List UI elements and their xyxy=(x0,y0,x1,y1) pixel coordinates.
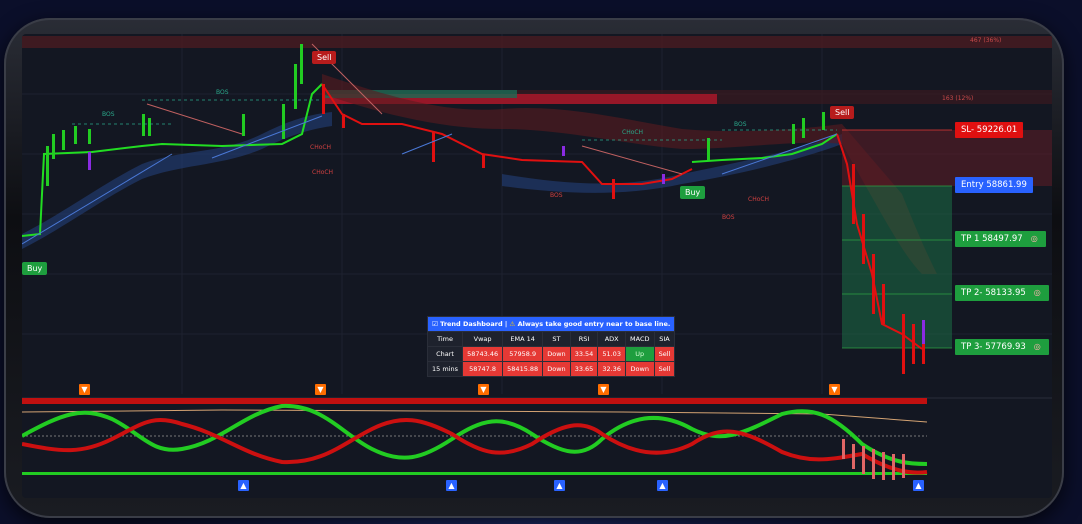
table-cell: 58415.88 xyxy=(502,361,544,377)
table-cell: Up xyxy=(624,346,655,362)
tp1-text: TP 1 58497.97 xyxy=(961,234,1023,244)
column-header: EMA 14 xyxy=(502,331,544,347)
column-header: ADX xyxy=(597,331,626,347)
top-label-1: 467 (36%) xyxy=(970,37,1001,44)
table-cell: 33.65 xyxy=(569,361,599,377)
structure-label: BOS xyxy=(734,121,747,128)
table-cell: 33.54 xyxy=(569,346,599,362)
table-cell: Down xyxy=(542,346,571,362)
price-chart[interactable]: 467 (36%) 163 (12%) BOS BOS CHoCH CHoCH … xyxy=(22,34,1052,498)
structure-label: BOS xyxy=(550,192,563,199)
up-arrow-icon: ▲ xyxy=(238,480,249,491)
down-arrow-icon: ▼ xyxy=(829,384,840,395)
table-cell: 32.36 xyxy=(597,361,626,377)
table-row: 15 mins 58747.8 58415.88 Down 33.65 32.3… xyxy=(426,361,676,377)
chart-screen[interactable]: 467 (36%) 163 (12%) BOS BOS CHoCH CHoCH … xyxy=(22,34,1052,498)
column-header: Vwap xyxy=(462,331,504,347)
tp1-label[interactable]: TP 1 58497.97 ◎ xyxy=(955,231,1046,247)
table-row: Chart 58743.46 57958.9 Down 33.54 51.03 … xyxy=(426,346,676,362)
column-header: Time xyxy=(426,331,464,347)
target-icon: ◎ xyxy=(1028,233,1040,244)
row-label: Chart xyxy=(426,346,464,362)
structure-label: CHoCH xyxy=(622,129,643,136)
down-arrow-icon: ▼ xyxy=(478,384,489,395)
stop-loss-label[interactable]: SL- 59226.01 xyxy=(955,122,1024,138)
tp2-text: TP 2- 58133.95 xyxy=(961,288,1026,298)
target-icon: ◎ xyxy=(1031,287,1043,298)
column-header: SIA xyxy=(653,331,676,347)
down-arrow-icon: ▼ xyxy=(315,384,326,395)
entry-label[interactable]: Entry 58861.99 xyxy=(955,177,1033,193)
up-arrow-icon: ▲ xyxy=(913,480,924,491)
trend-dashboard: ☑ Trend Dashboard | ⚠ Always take good e… xyxy=(426,316,676,377)
table-cell: Sell xyxy=(653,346,676,362)
tp3-text: TP 3- 57769.93 xyxy=(961,342,1026,352)
column-header: MACD xyxy=(624,331,655,347)
table-cell: Sell xyxy=(653,361,676,377)
structure-label: BOS xyxy=(722,214,735,221)
down-arrow-icon: ▼ xyxy=(79,384,90,395)
table-cell: Down xyxy=(624,361,655,377)
warning-icon: ⚠ xyxy=(509,320,516,328)
column-header: RSI xyxy=(569,331,599,347)
buy-signal-badge[interactable]: Buy xyxy=(22,262,48,275)
up-arrow-icon: ▲ xyxy=(446,480,457,491)
sell-signal-badge[interactable]: Sell xyxy=(830,106,855,119)
table-cell: 51.03 xyxy=(597,346,626,362)
tp2-label[interactable]: TP 2- 58133.95 ◎ xyxy=(955,285,1049,301)
dashboard-notice: Always take good entry near to base line… xyxy=(517,320,671,328)
sell-signal-badge[interactable]: Sell xyxy=(312,51,337,64)
table-cell: Down xyxy=(542,361,571,377)
structure-label: CHoCH xyxy=(748,196,769,203)
row-label: 15 mins xyxy=(426,361,464,377)
up-arrow-icon: ▲ xyxy=(657,480,668,491)
structure-label: BOS xyxy=(102,111,115,118)
dashboard-header: ☑ Trend Dashboard | ⚠ Always take good e… xyxy=(426,316,676,332)
down-arrow-icon: ▼ xyxy=(598,384,609,395)
structure-label: CHoCH xyxy=(312,169,333,176)
table-cell: 57958.9 xyxy=(502,346,544,362)
dashboard-title: Trend Dashboard | xyxy=(440,320,508,328)
table-cell: 58743.46 xyxy=(462,346,504,362)
checkbox-icon: ☑ xyxy=(432,320,438,328)
buy-signal-badge[interactable]: Buy xyxy=(680,186,706,199)
column-header: ST xyxy=(542,331,571,347)
target-icon: ◎ xyxy=(1031,341,1043,352)
structure-label: CHoCH xyxy=(310,144,331,151)
structure-label: BOS xyxy=(216,89,229,96)
tp3-label[interactable]: TP 3- 57769.93 ◎ xyxy=(955,339,1049,355)
table-cell: 58747.8 xyxy=(462,361,504,377)
up-arrow-icon: ▲ xyxy=(554,480,565,491)
top-label-2: 163 (12%) xyxy=(942,95,973,102)
